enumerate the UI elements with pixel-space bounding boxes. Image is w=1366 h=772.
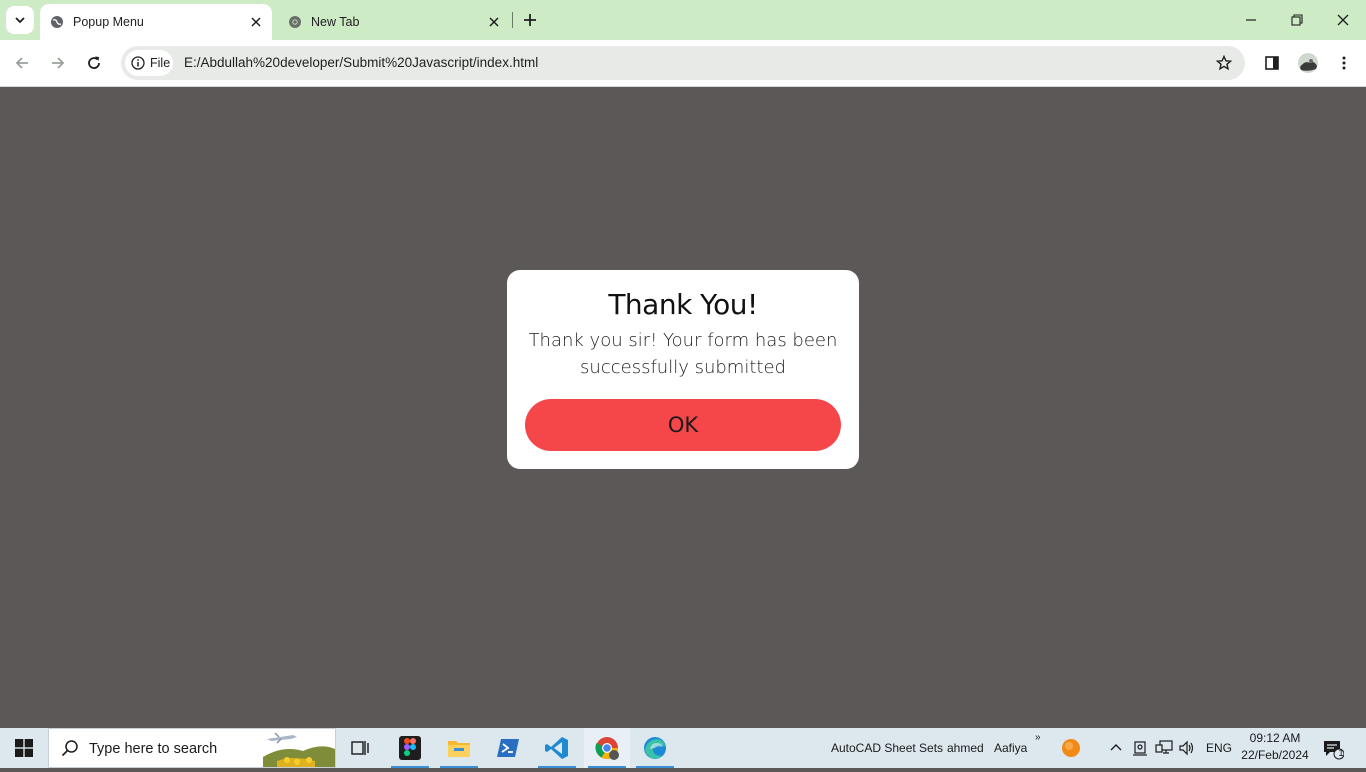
page-overlay: Thank You! Thank you sir! Your form has … bbox=[0, 87, 1366, 728]
plus-icon[interactable] bbox=[519, 9, 541, 31]
ok-button[interactable]: OK bbox=[525, 399, 841, 451]
notification-icon[interactable]: 1 bbox=[1322, 738, 1344, 760]
site-info-chip[interactable]: File bbox=[125, 50, 173, 76]
tab-separator bbox=[512, 12, 513, 28]
tab-title: New Tab bbox=[311, 15, 360, 29]
chevron-right-double-icon[interactable]: » bbox=[1035, 718, 1041, 758]
close-icon[interactable] bbox=[486, 14, 502, 30]
orange-circle-icon[interactable] bbox=[1061, 738, 1081, 758]
minimize-icon[interactable] bbox=[1228, 0, 1274, 40]
figma-icon[interactable] bbox=[387, 728, 433, 768]
tab-title: Popup Menu bbox=[73, 15, 144, 29]
profile-avatar-icon[interactable] bbox=[1294, 49, 1322, 77]
search-placeholder: Type here to search bbox=[89, 741, 218, 757]
chrome-icon bbox=[288, 15, 302, 29]
clock-time: 09:12 AM bbox=[1249, 731, 1301, 745]
side-panel-icon[interactable] bbox=[1258, 49, 1286, 77]
search-highlight-illustration bbox=[263, 731, 335, 767]
toolbar-autocad-sheet-sets[interactable]: AutoCAD Sheet Sets bbox=[831, 728, 943, 768]
tab-strip: Popup Menu New Tab bbox=[0, 0, 1366, 40]
tab-new-tab[interactable]: New Tab bbox=[278, 4, 510, 40]
notification-count: 1 bbox=[1338, 748, 1344, 758]
meet-icon[interactable] bbox=[1130, 738, 1150, 758]
edge-icon[interactable] bbox=[632, 728, 678, 768]
windows-logo-icon[interactable] bbox=[0, 728, 48, 768]
system-clock[interactable]: 09:12 AM 22/Feb/2024 bbox=[1236, 730, 1314, 764]
close-icon[interactable] bbox=[1320, 0, 1366, 40]
thank-you-popup: Thank You! Thank you sir! Your form has … bbox=[507, 270, 859, 469]
language-indicator[interactable]: ENG bbox=[1206, 728, 1232, 768]
scheme-label: File bbox=[150, 56, 171, 70]
task-view-icon[interactable] bbox=[337, 728, 383, 768]
taskbar: Type here to search AutoCAD Sheet Sets a… bbox=[0, 728, 1366, 768]
volume-icon[interactable] bbox=[1177, 738, 1197, 758]
info-icon bbox=[131, 56, 145, 70]
close-icon[interactable] bbox=[248, 14, 264, 30]
browser-toolbar: File E:/Abdullah%20developer/Submit%20Ja… bbox=[0, 40, 1366, 87]
vscode-icon[interactable] bbox=[534, 728, 580, 768]
more-vert-icon[interactable] bbox=[1330, 49, 1358, 77]
clock-date: 22/Feb/2024 bbox=[1241, 748, 1309, 762]
toolbar-ahmed[interactable]: ahmed bbox=[947, 728, 984, 768]
chrome-icon[interactable] bbox=[584, 728, 630, 768]
globe-icon bbox=[50, 15, 64, 29]
tab-search-icon[interactable] bbox=[6, 6, 34, 34]
tab-popup-menu[interactable]: Popup Menu bbox=[40, 4, 272, 40]
search-icon bbox=[61, 739, 79, 762]
powershell-icon[interactable] bbox=[485, 728, 531, 768]
restore-icon[interactable] bbox=[1274, 0, 1320, 40]
taskbar-search-box[interactable]: Type here to search bbox=[48, 728, 336, 768]
back-icon[interactable] bbox=[8, 49, 36, 77]
network-icon[interactable] bbox=[1154, 738, 1174, 758]
popup-title: Thank You! bbox=[608, 288, 758, 321]
address-bar[interactable]: File E:/Abdullah%20developer/Submit%20Ja… bbox=[121, 46, 1245, 80]
file-explorer-icon[interactable] bbox=[436, 728, 482, 768]
popup-message: Thank you sir! Your form has been succes… bbox=[528, 330, 838, 378]
reload-icon[interactable] bbox=[80, 49, 108, 77]
toolbar-aafiya[interactable]: Aafiya bbox=[994, 728, 1027, 768]
forward-icon[interactable] bbox=[44, 49, 72, 77]
url-text[interactable]: E:/Abdullah%20developer/Submit%20Javascr… bbox=[184, 46, 538, 80]
chevron-up-icon[interactable] bbox=[1106, 738, 1126, 758]
star-icon[interactable] bbox=[1215, 54, 1233, 72]
